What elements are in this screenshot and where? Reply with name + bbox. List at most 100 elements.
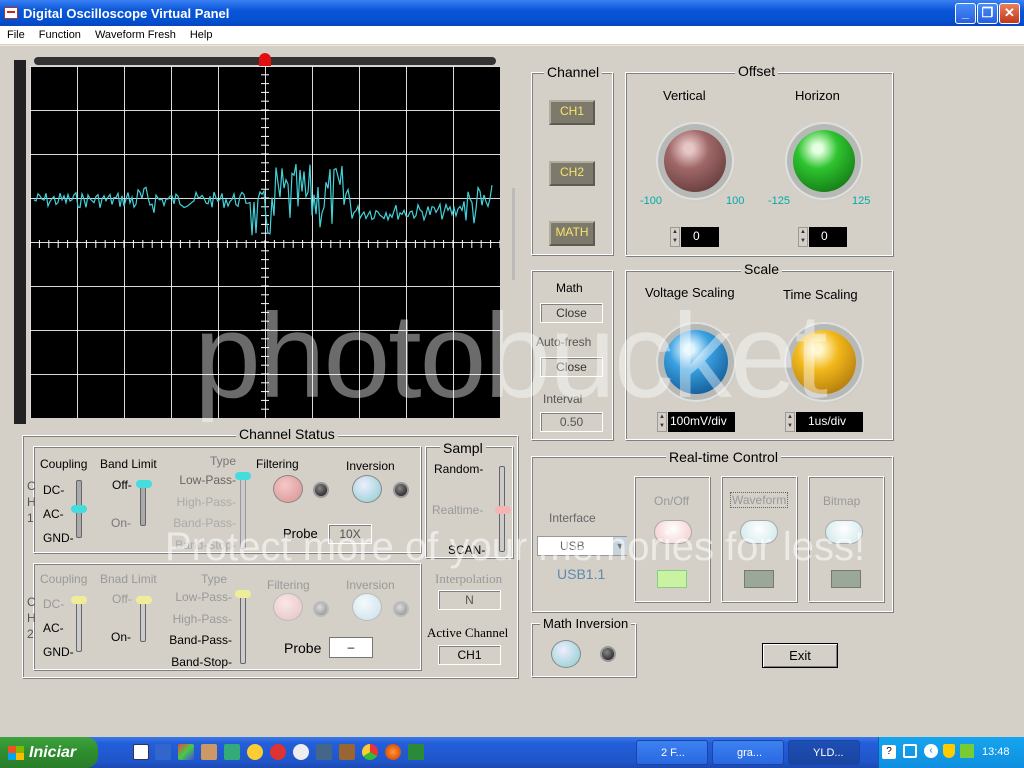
ie-icon[interactable] (155, 744, 171, 760)
network-icon[interactable] (903, 744, 917, 758)
time-spin-arrows[interactable]: ▲ ▼ (785, 412, 795, 432)
waveform-label: Waveform (730, 492, 789, 508)
app-icon (4, 7, 18, 19)
taskbar-item-firefox[interactable]: 2 F... (636, 740, 708, 765)
vertical-offset-knob[interactable] (664, 130, 726, 192)
ch1-band-off: Off- (112, 478, 132, 492)
title-bar: Digital Oscilloscope Virtual Panel (0, 0, 1024, 26)
start-button[interactable]: Iniciar (0, 737, 98, 768)
interface-dropdown-chevron-icon[interactable]: ▼ (613, 537, 627, 555)
waveform-button[interactable] (740, 520, 778, 544)
channel-status-legend: Channel Status (236, 426, 338, 442)
onoff-label: On/Off (654, 494, 690, 508)
ch1-coupling-options: DC- AC- GND- (43, 478, 74, 550)
word-icon[interactable] (133, 744, 149, 760)
menu-file[interactable]: File (0, 29, 32, 41)
chevron-left-icon[interactable]: ‹ (924, 744, 938, 758)
ch2-coupling-thumb[interactable] (71, 596, 87, 604)
menu-waveform-fresh[interactable]: Waveform Fresh (88, 29, 183, 41)
ch1-type-slider[interactable] (240, 474, 246, 549)
time-scaling-label: Time Scaling (783, 287, 858, 302)
interpolation-label: Interpolation (435, 571, 503, 586)
voltage-spin-arrows[interactable]: ▲ ▼ (657, 412, 667, 432)
scope-right-divider (512, 188, 515, 280)
math-button[interactable]: MATH (549, 221, 595, 246)
ch2-probe-label: Probe (284, 640, 322, 656)
window-title: Digital Oscilloscope Virtual Panel (23, 5, 230, 21)
tray-app-icon[interactable] (960, 744, 974, 758)
horizon-offset-knob[interactable] (793, 130, 855, 192)
horizon-value[interactable]: 0 (809, 227, 847, 247)
minimize-button[interactable]: _ (955, 3, 976, 24)
app-tool-icon[interactable] (201, 744, 217, 760)
interval-value-field[interactable]: 0.50 (540, 412, 603, 432)
ch2-coupling-slider[interactable] (76, 596, 82, 652)
onoff-button[interactable] (654, 520, 692, 544)
ch1-type-thumb[interactable] (235, 472, 251, 480)
ch1-inversion-button[interactable] (352, 475, 382, 503)
ch1-filtering-button[interactable] (273, 475, 303, 503)
horizon-spin-arrows[interactable]: ▲ ▼ (798, 227, 808, 247)
math-inversion-button[interactable] (551, 640, 581, 668)
active-channel-field[interactable]: CH1 (438, 645, 501, 665)
ch2-filtering-button[interactable] (273, 593, 303, 621)
archive-icon[interactable] (339, 744, 355, 760)
ch2-probe-field[interactable]: – (329, 637, 373, 658)
ch2-button[interactable]: CH2 (549, 161, 595, 186)
ch2-band-thumb[interactable] (136, 596, 152, 604)
voltage-scaling-knob[interactable] (664, 330, 728, 394)
folder-icon[interactable] (316, 744, 332, 760)
time-scaling-value[interactable]: 1us/div (796, 412, 863, 432)
ch1-type-highpass: High-Pass- (176, 494, 236, 509)
ch1-coupling-thumb[interactable] (71, 505, 87, 513)
chrome-icon[interactable] (362, 744, 378, 760)
ch1-band-thumb[interactable] (136, 480, 152, 488)
excel-icon[interactable] (408, 744, 424, 760)
taskbar-item-oscilloscope[interactable]: YLD... (788, 740, 860, 765)
ch2-type-thumb[interactable] (235, 590, 251, 598)
ch2-type-slider[interactable] (240, 592, 246, 664)
paint-icon[interactable] (178, 744, 194, 760)
ch1-probe-field[interactable]: 10X (328, 524, 372, 544)
ch2-inversion-header: Inversion (346, 578, 395, 592)
onoff-led (657, 570, 687, 588)
exit-button[interactable]: Exit (762, 643, 838, 668)
ch1-coupling-header: Coupling (40, 457, 88, 471)
ch1-label-c: C (27, 479, 36, 493)
vertical-spin-arrows[interactable]: ▲ ▼ (670, 227, 680, 247)
ch2-band-on: On- (111, 630, 132, 644)
scope-left-rail (14, 60, 26, 424)
menu-help[interactable]: Help (183, 29, 220, 41)
media-player-icon[interactable] (247, 744, 263, 760)
offset-legend: Offset (735, 63, 779, 79)
bitmap-led (831, 570, 861, 588)
firefox-icon[interactable] (385, 744, 401, 760)
time-scaling-knob[interactable] (792, 330, 856, 394)
maximize-button[interactable]: ❐ (977, 3, 998, 24)
shield-icon[interactable] (943, 744, 955, 758)
sampl-legend: Sampl (440, 440, 486, 456)
voltage-scaling-value[interactable]: 100mV/div (668, 412, 735, 432)
math-value-field[interactable]: Close (540, 303, 603, 323)
ch2-bandlimit-header: Bnad Limit (100, 572, 157, 586)
scope-screen (30, 66, 500, 418)
ch2-inversion-button[interactable] (352, 593, 382, 621)
taskbar-item-graph[interactable]: gra... (712, 740, 784, 765)
help-icon[interactable]: ? (882, 745, 896, 759)
autofresh-value-field[interactable]: Close (540, 357, 603, 377)
ch1-coupling-gnd: GND- (43, 531, 74, 545)
interpolation-field[interactable]: N (438, 590, 501, 610)
menu-function[interactable]: Function (32, 29, 88, 41)
app-white-icon[interactable] (293, 744, 309, 760)
bitmap-button[interactable] (825, 520, 863, 544)
ch1-button[interactable]: CH1 (549, 100, 595, 125)
vertical-value[interactable]: 0 (681, 227, 719, 247)
taskbar (0, 737, 1024, 768)
sampl-thumb[interactable] (495, 506, 511, 514)
close-button[interactable]: ✕ (999, 3, 1020, 24)
ch2-coupling-ac: AC- (43, 621, 64, 635)
ch2-coupling-dc: DC- (43, 597, 65, 611)
explorer-icon[interactable] (224, 744, 240, 760)
app-red-icon[interactable] (270, 744, 286, 760)
ch2-filtering-header: Filtering (267, 578, 310, 592)
